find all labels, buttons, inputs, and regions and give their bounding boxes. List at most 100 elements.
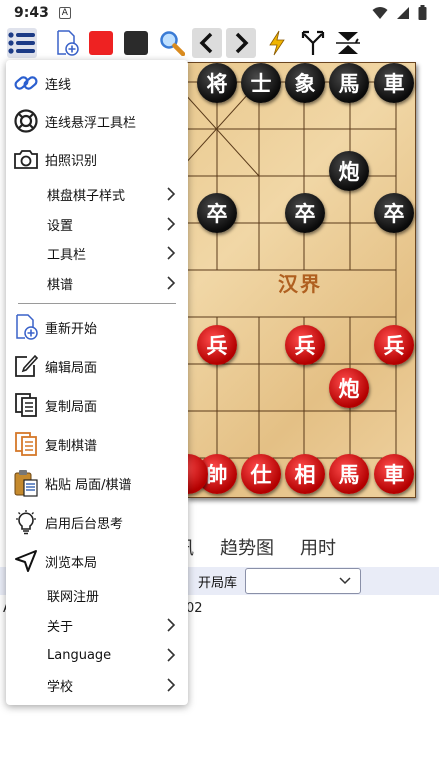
menu-divider xyxy=(18,303,176,304)
branch-button[interactable] xyxy=(298,28,328,58)
flip-icon xyxy=(336,32,360,54)
piece-red-soldier[interactable]: 兵 xyxy=(197,325,237,365)
menu-item-label: 连线 xyxy=(45,77,72,93)
chevron-right-icon xyxy=(167,648,176,662)
status-time: 9:43 xyxy=(14,5,49,21)
signal-icon xyxy=(397,6,409,19)
menu-item-copy-record[interactable]: 复制棋谱 xyxy=(6,429,188,459)
river-label: 汉界 xyxy=(278,272,322,296)
piece-red-soldier[interactable]: 兵 xyxy=(285,325,325,365)
tab-trend-chart[interactable]: 趋势图 xyxy=(220,534,274,560)
chevron-right-icon xyxy=(167,618,176,632)
menu-item-photo-recognition[interactable]: 拍照识别 xyxy=(6,144,188,174)
chevron-down-icon xyxy=(339,577,351,585)
navigate-icon xyxy=(15,550,37,572)
copy-record-icon xyxy=(15,432,37,456)
menu-button[interactable] xyxy=(7,28,37,58)
piece-red-advisor[interactable]: 仕 xyxy=(241,454,281,494)
analysis-tabs: 讯 趋势图 用时 xyxy=(176,534,336,560)
menu-item-floating-toolbar[interactable]: 连线悬浮工具栏 xyxy=(6,106,188,136)
chevron-right-icon xyxy=(167,217,176,231)
menu-item-settings[interactable]: 设置 xyxy=(6,211,188,237)
chevron-right-icon xyxy=(167,678,176,692)
wifi-icon xyxy=(372,6,388,19)
bolt-icon xyxy=(269,30,285,56)
red-square-icon xyxy=(89,31,113,55)
chevron-right-icon xyxy=(167,246,176,260)
menu-item-restart[interactable]: 重新开始 xyxy=(6,312,188,342)
camera-icon xyxy=(14,150,38,169)
chess-board[interactable]: 汉界 将 士 象 馬 車 炮 卒 卒 卒 兵 兵 兵 炮 帥 仕 相 馬 車 xyxy=(186,62,416,498)
menu-item-label: 浏览本局 xyxy=(45,555,98,571)
lightbulb-icon xyxy=(16,510,36,535)
menu-item-toolbar[interactable]: 工具栏 xyxy=(6,240,188,266)
menu-item-label: 粘贴 局面/棋谱 xyxy=(45,477,132,493)
red-side-button[interactable] xyxy=(86,28,116,58)
piece-red-chariot[interactable]: 車 xyxy=(374,454,414,494)
back-button[interactable] xyxy=(192,28,222,58)
edit-icon xyxy=(15,354,39,377)
new-document-icon xyxy=(16,314,38,340)
piece-black-advisor[interactable]: 士 xyxy=(241,63,281,103)
menu-item-label: 拍照识别 xyxy=(45,153,98,169)
chevron-right-icon xyxy=(167,276,176,290)
branch-icon xyxy=(301,30,325,55)
forward-icon xyxy=(235,32,249,54)
menu-item-label: 联网注册 xyxy=(47,589,100,605)
piece-red-horse[interactable]: 馬 xyxy=(329,454,369,494)
forward-button[interactable] xyxy=(226,28,256,58)
toolbar xyxy=(0,26,439,60)
piece-black-soldier[interactable]: 卒 xyxy=(374,193,414,233)
menu-item-label: 复制局面 xyxy=(45,399,98,415)
menu-item-label: Language xyxy=(47,647,112,663)
search-button[interactable] xyxy=(157,28,187,58)
menu-item-about[interactable]: 关于 xyxy=(6,612,188,638)
piece-red-elephant[interactable]: 相 xyxy=(285,454,325,494)
main-menu: 连线 连线悬浮工具栏 拍照识别 棋盘棋子样式 设置 工具栏 棋谱 重新开始 编辑… xyxy=(6,60,188,705)
link-icon xyxy=(14,76,38,90)
menu-item-language[interactable]: Language xyxy=(6,642,188,668)
flip-board-button[interactable] xyxy=(333,28,363,58)
tab-time[interactable]: 用时 xyxy=(300,534,336,560)
menu-item-browse-game[interactable]: 浏览本局 xyxy=(6,546,188,576)
search-icon xyxy=(160,31,185,56)
piece-black-soldier[interactable]: 卒 xyxy=(197,193,237,233)
chevron-right-icon xyxy=(167,187,176,201)
black-side-button[interactable] xyxy=(121,28,151,58)
battery-icon xyxy=(418,5,427,20)
menu-item-school[interactable]: 学校 xyxy=(6,672,188,698)
copy-position-icon xyxy=(15,393,37,417)
menu-item-label: 启用后台思考 xyxy=(45,516,124,532)
status-bar: 9:43 A xyxy=(0,0,439,26)
background-number: 02 xyxy=(186,601,203,616)
new-game-button[interactable] xyxy=(52,28,82,58)
menu-item-label: 棋盘棋子样式 xyxy=(47,188,126,204)
bolt-button[interactable] xyxy=(262,28,292,58)
menu-item-label: 学校 xyxy=(47,679,74,695)
piece-black-horse[interactable]: 馬 xyxy=(329,63,369,103)
menu-item-board-style[interactable]: 棋盘棋子样式 xyxy=(6,181,188,207)
menu-item-label: 设置 xyxy=(47,218,74,234)
lifebuoy-icon xyxy=(14,109,38,133)
opening-book-select[interactable] xyxy=(245,568,361,594)
menu-item-label: 关于 xyxy=(47,619,74,635)
new-game-icon xyxy=(57,30,79,56)
menu-item-edit-position[interactable]: 编辑局面 xyxy=(6,351,188,381)
piece-red-soldier[interactable]: 兵 xyxy=(374,325,414,365)
menu-item-connect[interactable]: 连线 xyxy=(6,68,188,98)
piece-black-general[interactable]: 将 xyxy=(197,63,237,103)
piece-black-soldier[interactable]: 卒 xyxy=(285,193,325,233)
menu-item-label: 复制棋谱 xyxy=(45,438,98,454)
menu-item-paste[interactable]: 粘贴 局面/棋谱 xyxy=(6,468,188,498)
opening-book-label: 开局库 xyxy=(198,576,238,591)
menu-item-label: 棋谱 xyxy=(47,277,74,293)
menu-item-copy-position[interactable]: 复制局面 xyxy=(6,390,188,420)
menu-item-game-records[interactable]: 棋谱 xyxy=(6,270,188,296)
menu-icon xyxy=(8,32,35,54)
piece-red-cannon[interactable]: 炮 xyxy=(329,368,369,408)
piece-black-elephant[interactable]: 象 xyxy=(285,63,325,103)
piece-black-chariot[interactable]: 車 xyxy=(374,63,414,103)
piece-black-cannon[interactable]: 炮 xyxy=(329,151,369,191)
menu-item-online-register[interactable]: 联网注册 xyxy=(6,582,188,608)
menu-item-background-thinking[interactable]: 启用后台思考 xyxy=(6,507,188,537)
